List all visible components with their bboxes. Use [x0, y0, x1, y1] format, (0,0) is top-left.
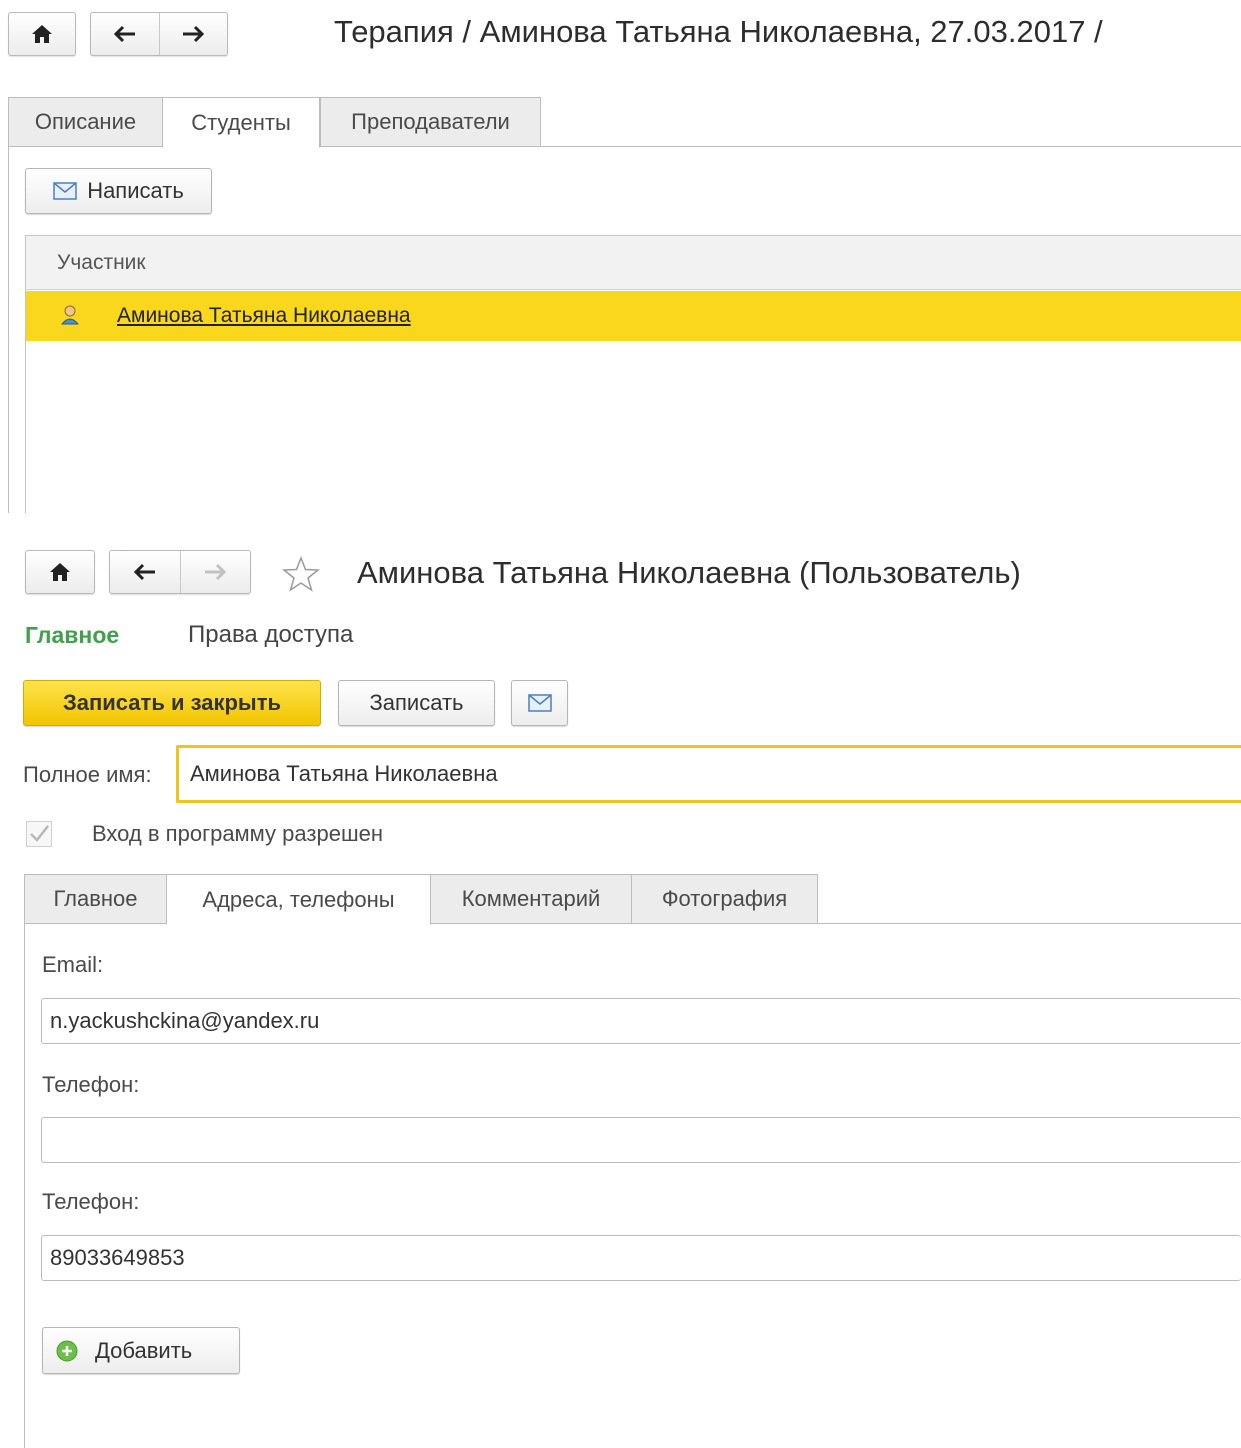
- home-icon: [50, 563, 70, 581]
- send-email-button[interactable]: [511, 680, 568, 726]
- favorite-star-icon[interactable]: [282, 556, 320, 592]
- table-header[interactable]: Участник: [26, 236, 1241, 290]
- tab-comment[interactable]: Комментарий: [430, 874, 632, 924]
- tab-photo[interactable]: Фотография: [631, 874, 818, 924]
- history-nav-2: [109, 550, 251, 594]
- checkmark-icon: [30, 825, 49, 842]
- arrow-left-icon: [133, 563, 155, 581]
- tab-description[interactable]: Описание: [8, 97, 163, 147]
- arrow-right-icon: [205, 563, 227, 581]
- home-button-2[interactable]: [25, 550, 95, 594]
- write-button-label: Написать: [87, 178, 184, 203]
- login-allowed-checkbox[interactable]: [26, 821, 52, 847]
- phone-label-1: Телефон:: [42, 1072, 140, 1097]
- tab-students[interactable]: Студенты: [162, 97, 320, 148]
- home-icon: [32, 25, 52, 43]
- write-message-button[interactable]: Написать: [25, 168, 212, 214]
- back-button[interactable]: [91, 13, 159, 55]
- arrow-left-icon: [113, 25, 135, 43]
- plus-circle-icon: [56, 1340, 78, 1361]
- participants-table: Участник Аминова Татьяна Николаевна: [25, 235, 1241, 513]
- column-participant: Участник: [57, 251, 146, 274]
- add-button-label: Добавить: [95, 1337, 193, 1363]
- section-access-rights[interactable]: Права доступа: [188, 621, 353, 649]
- full-name-label: Полное имя:: [23, 762, 152, 787]
- email-label: Email:: [42, 952, 104, 977]
- arrow-right-icon: [183, 25, 205, 43]
- home-button[interactable]: [8, 12, 76, 56]
- forward-button[interactable]: [158, 13, 228, 55]
- envelope-icon: [53, 182, 77, 200]
- back-button-2[interactable]: [110, 551, 180, 593]
- add-contact-button[interactable]: Добавить: [42, 1327, 240, 1374]
- login-allowed-label: Вход в программу разрешен: [92, 821, 383, 846]
- envelope-icon: [527, 694, 552, 712]
- page-title-2: Аминова Татьяна Николаевна (Пользователь…: [357, 555, 1021, 590]
- page-title: Терапия / Аминова Татьяна Николаевна, 27…: [334, 14, 1103, 49]
- tab-addresses-phones[interactable]: Адреса, телефоны: [166, 874, 431, 925]
- tab-main[interactable]: Главное: [24, 874, 167, 924]
- history-nav: [90, 12, 228, 56]
- full-name-field[interactable]: Аминова Татьяна Николаевна: [176, 745, 1241, 803]
- save-and-close-button[interactable]: Записать и закрыть: [23, 680, 321, 726]
- save-button[interactable]: Записать: [338, 680, 495, 726]
- participant-name-link[interactable]: Аминова Татьяна Николаевна: [117, 304, 411, 328]
- section-main[interactable]: Главное: [25, 622, 119, 649]
- email-field[interactable]: n.yackushckina@yandex.ru: [41, 998, 1241, 1044]
- tab-teachers[interactable]: Преподаватели: [320, 97, 541, 147]
- table-row[interactable]: Аминова Татьяна Николаевна: [26, 291, 1241, 341]
- forward-button-2[interactable]: [179, 551, 251, 593]
- phone-label-2: Телефон:: [42, 1189, 140, 1214]
- user-icon: [61, 305, 79, 325]
- phone-field-2[interactable]: 89033649853: [41, 1235, 1241, 1281]
- phone-field-1[interactable]: [41, 1117, 1241, 1163]
